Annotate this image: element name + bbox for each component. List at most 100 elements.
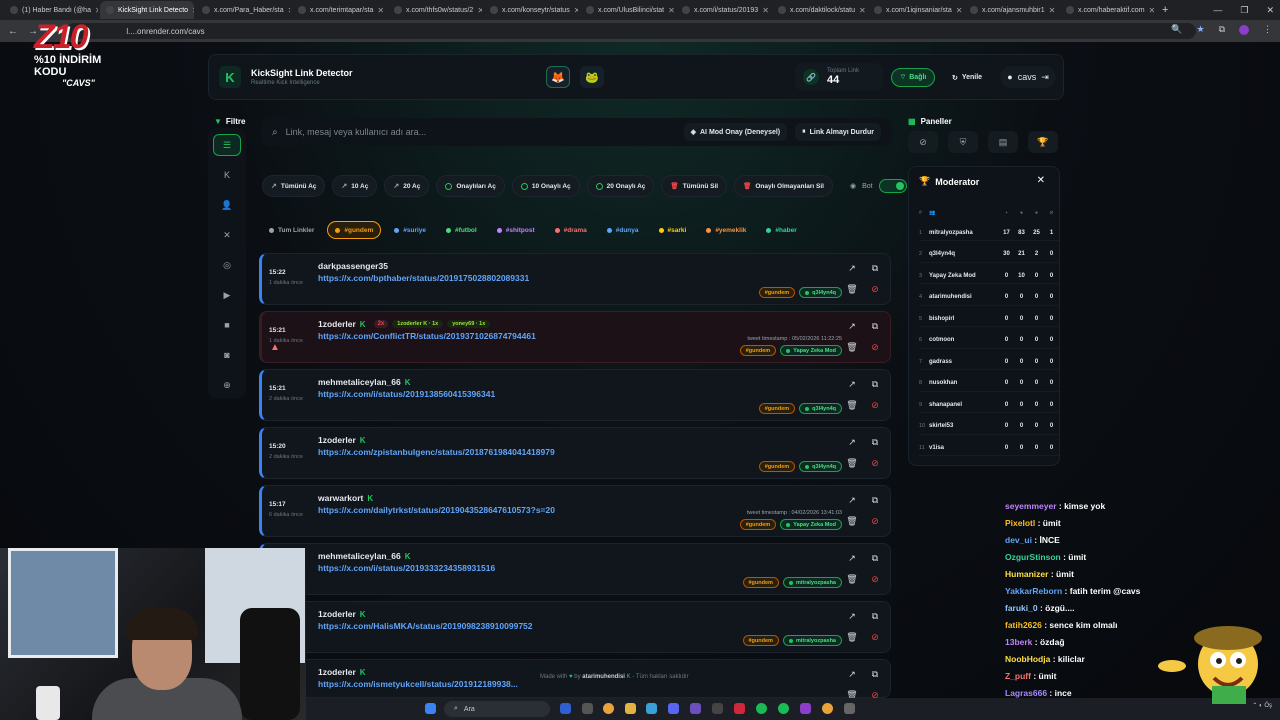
row-link[interactable]: https://x.com/i/status/20191385604153963… — [318, 389, 495, 399]
browser-menu-icon[interactable]: ⋮ — [1263, 24, 1272, 35]
zoom-icon[interactable]: 🔍 — [1171, 24, 1182, 35]
browser-tab[interactable]: x.com/konseytr/status ✕ — [484, 1, 578, 19]
open-approved-button[interactable]: Onaylıları Aç — [436, 175, 505, 197]
feed-row[interactable]: 15:22 1 dakika önce darkpassenger35 https:/… — [259, 253, 891, 305]
chat-username[interactable]: 13berk — [1005, 637, 1032, 647]
app-purple-icon[interactable] — [800, 703, 811, 714]
feed-row[interactable]: mehmetaliceylan_66 Khttps://x.com/i/statu… — [259, 543, 891, 595]
files-icon[interactable] — [582, 703, 593, 714]
tab-close-icon[interactable]: ✕ — [762, 6, 769, 15]
open-link-icon[interactable]: ↗ — [845, 436, 859, 448]
youtube-filter-icon[interactable]: ▶ — [213, 284, 241, 306]
chat-username[interactable]: Lagras666 — [1005, 688, 1047, 698]
row-username[interactable]: darkpassenger35 — [318, 261, 388, 271]
obs-icon[interactable] — [712, 703, 723, 714]
row-username[interactable]: 1zoderler — [318, 609, 356, 619]
chat-username[interactable]: fatih2626 — [1005, 620, 1042, 630]
row-link[interactable]: https://x.com/bpthaber/status/2019175028… — [318, 273, 529, 283]
browser-tab[interactable]: x.com/thfs0w/status/2 ✕ — [388, 1, 482, 19]
restore-icon[interactable]: ❐ — [1240, 5, 1248, 16]
copy-icon[interactable]: ⧉ — [868, 436, 882, 448]
tab-close-icon[interactable]: ✕ — [477, 6, 482, 15]
copy-icon[interactable]: ⧉ — [868, 668, 882, 680]
extensions-icon[interactable]: ⧉ — [1219, 24, 1225, 35]
tab-close-icon[interactable]: ✕ — [288, 6, 290, 15]
browser-tab[interactable]: x.com/1iqinsaniar/sta ✕ — [868, 1, 962, 19]
task-view-icon[interactable] — [560, 703, 571, 714]
copy-icon[interactable]: ⧉ — [868, 610, 882, 622]
ban-icon[interactable]: ⊘ — [868, 631, 882, 643]
hashtag-filter[interactable]: #drama — [548, 221, 594, 239]
taskbar-search[interactable]: ⌕ Ara — [444, 701, 550, 717]
bot-toggle[interactable] — [878, 179, 907, 193]
open-link-icon[interactable]: ↗ — [845, 378, 859, 390]
browser-tab[interactable]: x.com/Para_Haber/sta ✕ — [196, 1, 290, 19]
delete-icon[interactable]: 🗑 — [845, 399, 859, 411]
browser-tab[interactable]: KickSight Link Detecto✕ — [100, 1, 194, 19]
open-10-approved-button[interactable]: 10 Onaylı Aç — [511, 175, 580, 197]
browser-tab[interactable]: x.com/daktilock/statu ✕ — [772, 1, 866, 19]
chrome-icon[interactable] — [603, 703, 614, 714]
browser-tab[interactable]: x.com/haberaktif.com ✕ — [1060, 1, 1154, 19]
open-link-icon[interactable]: ↗ — [845, 494, 859, 506]
row-username[interactable]: mehmetaliceylan_66 — [318, 551, 401, 561]
app-grey-icon[interactable] — [844, 703, 855, 714]
hashtag-filter[interactable]: #dunya — [600, 221, 646, 239]
row-username[interactable]: mehmetaliceylan_66 — [318, 377, 401, 387]
browser-tab[interactable]: x.com/i/status/20193 ✕ — [676, 1, 770, 19]
delete-icon[interactable]: 🗑 — [845, 631, 859, 643]
hashtag-filter[interactable]: #haber — [759, 221, 803, 239]
app-icon[interactable] — [690, 703, 701, 714]
instagram-filter-icon[interactable]: ◎ — [213, 254, 241, 276]
chat-username[interactable]: Pixelotl — [1005, 518, 1035, 528]
chat-username[interactable]: NoobHodja — [1005, 654, 1050, 664]
camera-filter-icon[interactable]: ◙ — [213, 344, 241, 366]
kick-filter-icon[interactable]: K — [213, 164, 241, 186]
globe-filter-icon[interactable]: ⊕ — [213, 374, 241, 396]
stop-links-button[interactable]: ⏸ Link Almayı Durdur — [795, 123, 881, 141]
chat-username[interactable]: YakkarReborn — [1005, 586, 1062, 596]
chat-username[interactable]: Humanizer — [1005, 569, 1048, 579]
copy-icon[interactable]: ⧉ — [868, 378, 882, 390]
browser-tab[interactable]: x.com/UlusBilinci/stat ✕ — [580, 1, 674, 19]
ban-icon[interactable]: ⊘ — [868, 573, 882, 585]
chat-username[interactable]: seyemmeyer — [1005, 501, 1057, 511]
trophy-panel-tab-icon[interactable]: 🏆 — [1028, 131, 1058, 153]
chat-username[interactable]: Z_puff — [1005, 671, 1031, 681]
discord-icon[interactable] — [668, 703, 679, 714]
ban-icon[interactable]: ⊘ — [868, 341, 882, 353]
folder-icon[interactable] — [625, 703, 636, 714]
open-all-button[interactable]: ↗ Tümünü Aç — [262, 175, 326, 197]
tab-close-icon[interactable]: ✕ — [95, 6, 98, 15]
windows-start-icon[interactable] — [425, 703, 436, 714]
users-filter-icon[interactable]: 👤 — [213, 194, 241, 216]
ban-icon[interactable]: ⊘ — [868, 399, 882, 411]
hashtag-filter[interactable]: Tum Linkler — [262, 221, 321, 239]
row-link[interactable]: https://x.com/HalisMKA/status/2019098238… — [318, 621, 533, 631]
delete-unapproved-button[interactable]: 🗑 Onaylı Olmayanları Sil — [734, 175, 833, 197]
open-link-icon[interactable]: ↗ — [845, 610, 859, 622]
chat-username[interactable]: dev_ui — [1005, 535, 1032, 545]
delete-all-button[interactable]: 🗑 Tümünü Sil — [661, 175, 728, 197]
copy-icon[interactable]: ⧉ — [868, 320, 882, 332]
refresh-button[interactable]: ↻ Yenile — [942, 68, 992, 87]
tab-close-icon[interactable]: ✕ — [1149, 6, 1154, 15]
tab-close-icon[interactable]: ✕ — [377, 6, 384, 15]
open-20-button[interactable]: ↗ 20 Aç — [384, 175, 430, 197]
feed-row[interactable]: 15:21 1 dakika önce 1zoderler K 2x 1zoderler … — [259, 311, 891, 363]
open-link-icon[interactable]: ↗ — [845, 262, 859, 274]
delete-icon[interactable]: 🗑 — [845, 457, 859, 469]
row-link[interactable]: https://x.com/ismetyukcell/status/201912… — [318, 679, 518, 689]
row-username[interactable]: 1zoderler — [318, 435, 356, 445]
open-link-icon[interactable]: ↗ — [845, 668, 859, 680]
tab-close-icon[interactable]: ✕ — [1049, 6, 1056, 15]
hashtag-filter[interactable]: #shitpost — [490, 221, 542, 239]
close-window-icon[interactable]: ✕ — [1266, 5, 1274, 16]
hashtag-filter[interactable]: #futbol — [439, 221, 484, 239]
row-username[interactable]: 1zoderler — [318, 319, 356, 329]
spotify-icon[interactable] — [756, 703, 767, 714]
tab-close-icon[interactable]: ✕ — [956, 6, 962, 15]
open-link-icon[interactable]: ↗ — [845, 320, 859, 332]
bookmark-star-icon[interactable]: ★ — [1196, 24, 1204, 35]
new-tab-icon[interactable]: + — [1162, 4, 1168, 16]
